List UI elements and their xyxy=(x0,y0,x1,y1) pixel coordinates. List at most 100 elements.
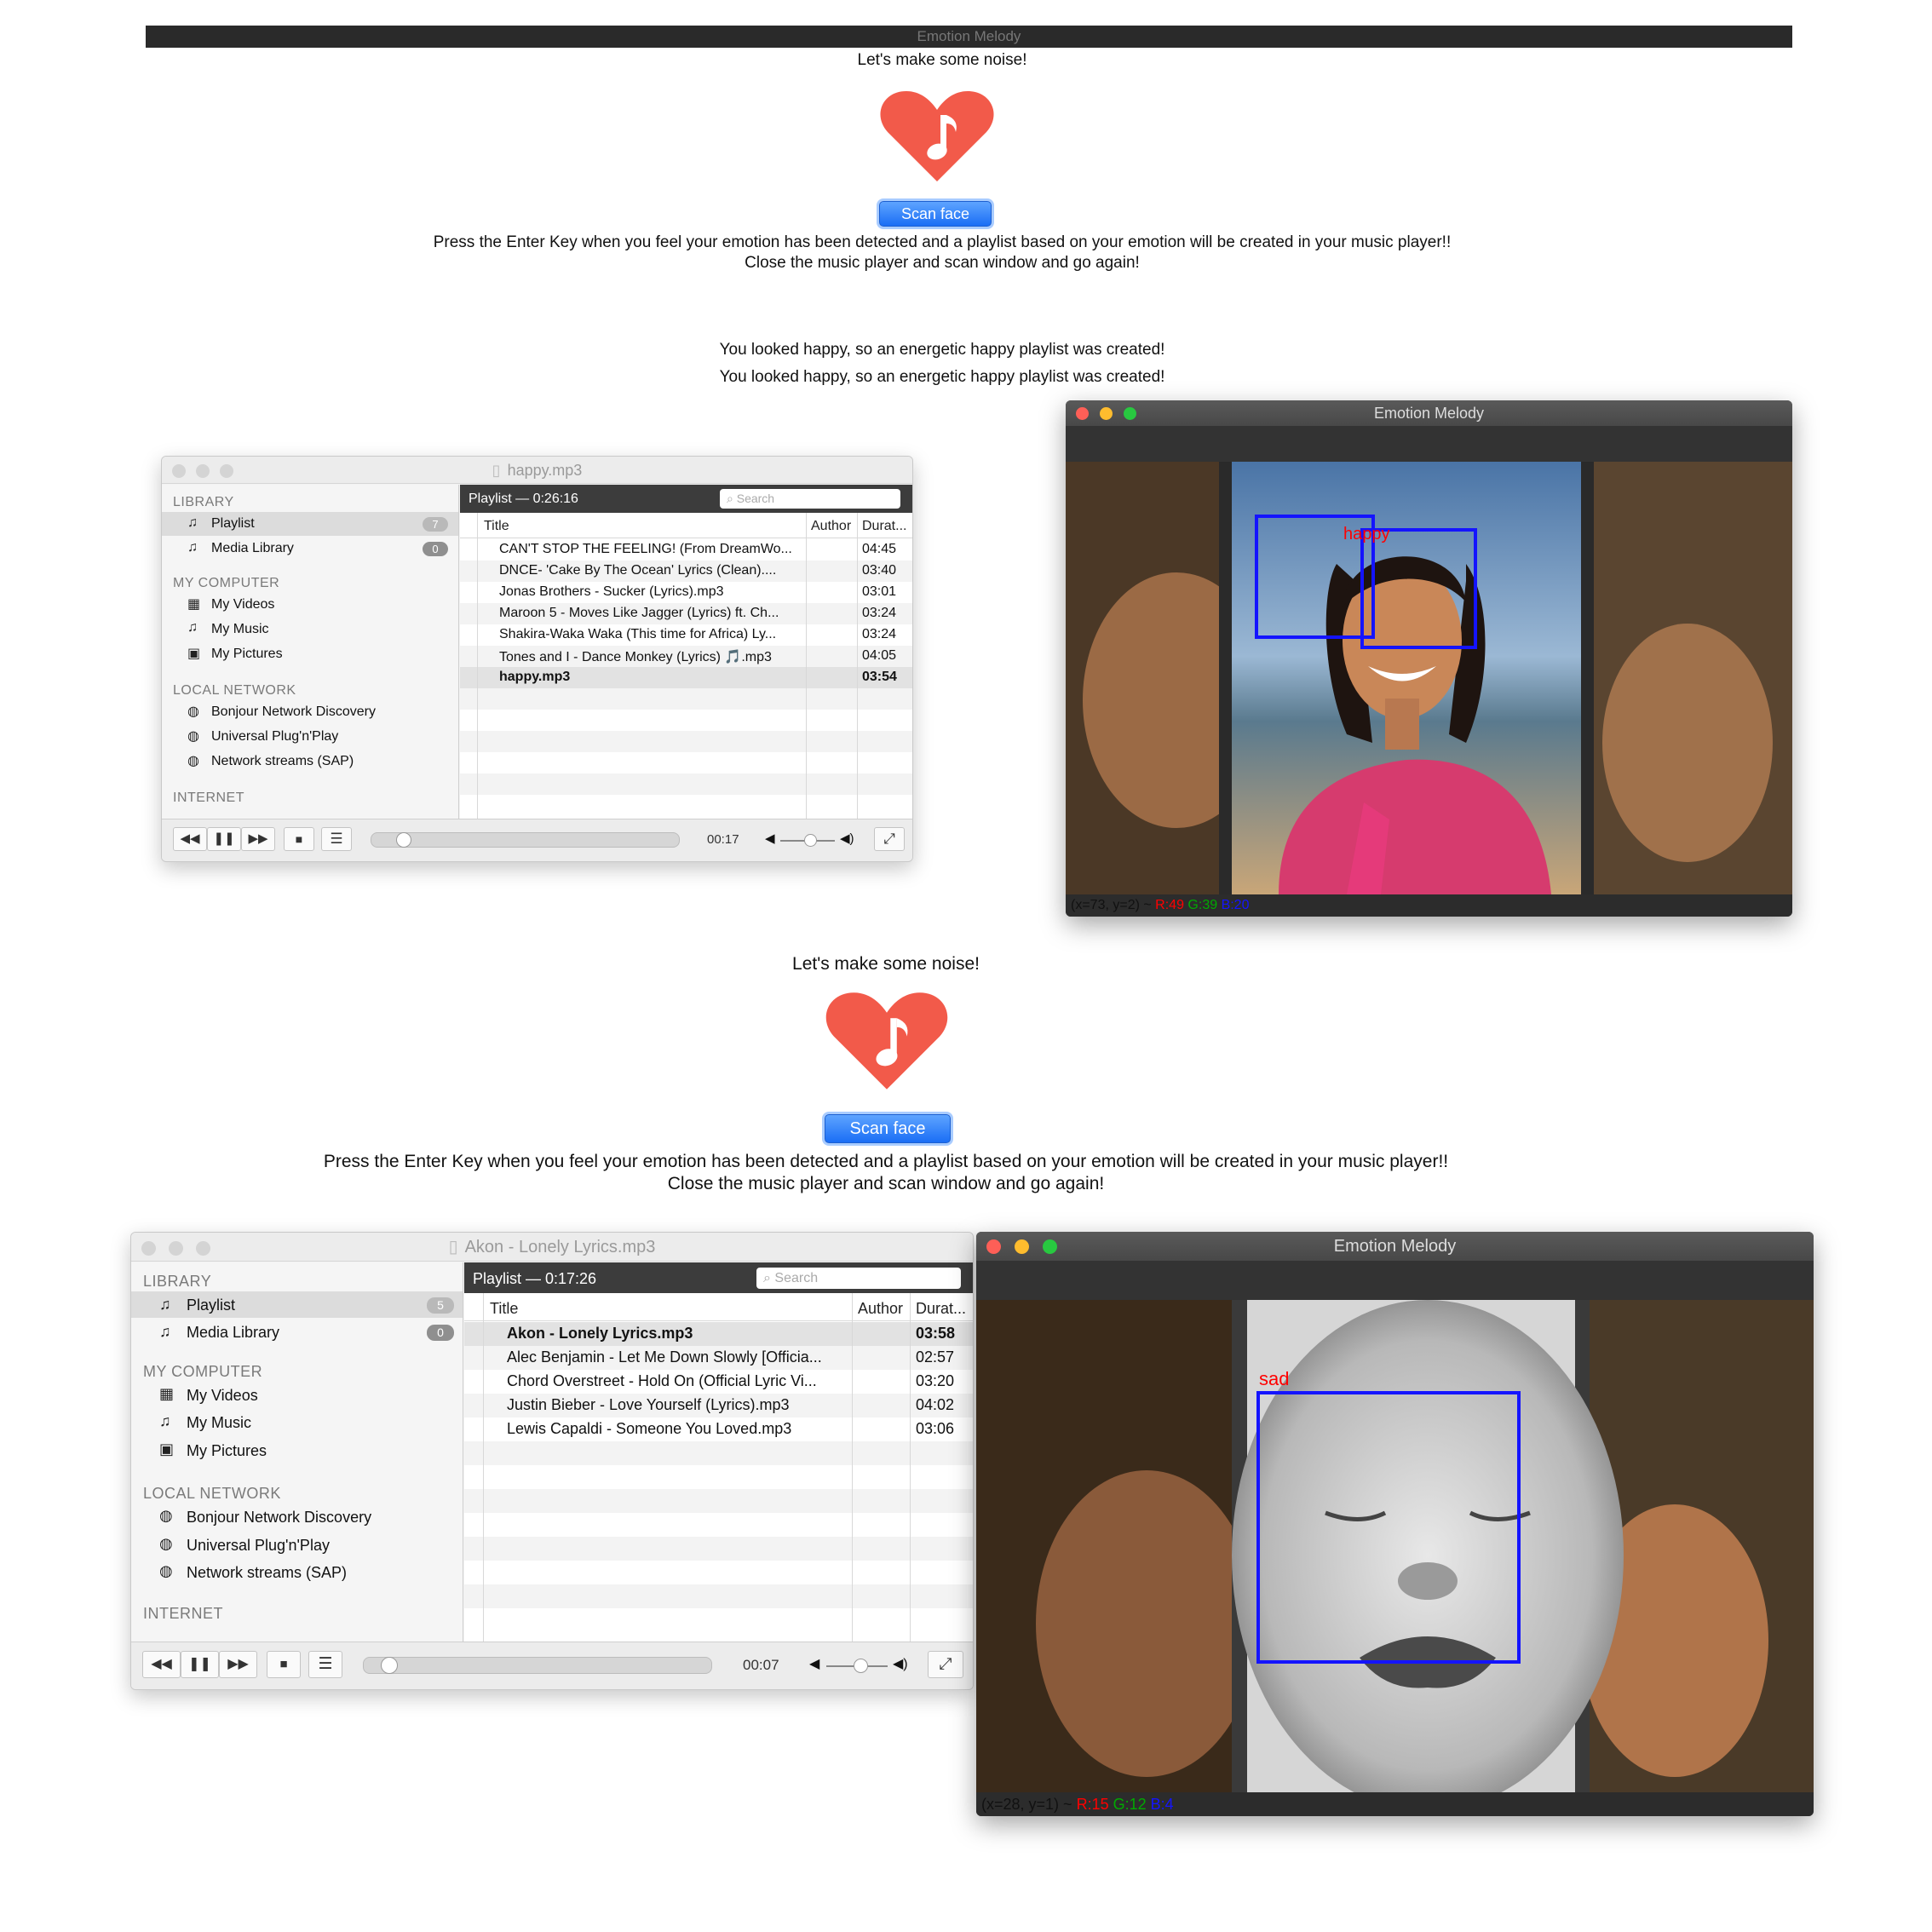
table-row[interactable]: Jonas Brothers - Sucker (Lyrics).mp3 03:0… xyxy=(460,582,912,603)
zoom-dot-icon[interactable] xyxy=(196,1241,210,1256)
search-input[interactable]: ⌕ Search xyxy=(756,1268,961,1289)
minimize-dot-icon[interactable] xyxy=(1015,1239,1029,1254)
search-placeholder: Search xyxy=(774,1271,819,1285)
playlist-toggle-button[interactable]: ☰ xyxy=(321,827,352,851)
pause-button[interactable]: ❚❚ xyxy=(207,827,241,851)
minimize-dot-icon[interactable] xyxy=(1100,407,1113,420)
track-duration: 04:45 xyxy=(862,542,897,556)
media-library-count-badge: 0 xyxy=(427,1325,454,1341)
sidebar-item-my-pictures[interactable]: ▣ My Pictures xyxy=(131,1437,463,1463)
column-author-header[interactable]: Author xyxy=(858,1300,903,1318)
fast-forward-button[interactable]: ▶▶ xyxy=(241,827,275,851)
sidebar-item-bonjour[interactable]: ◍ Bonjour Network Discovery xyxy=(131,1504,463,1530)
table-row[interactable]: Lewis Capaldi - Someone You Loved.mp3 03:… xyxy=(464,1417,973,1441)
track-duration: 04:05 xyxy=(862,648,897,663)
seek-slider[interactable] xyxy=(371,832,680,848)
seek-knob[interactable] xyxy=(381,1657,398,1674)
sidebar-item-upnp[interactable]: ◍ Universal Plug'n'Play xyxy=(162,725,458,749)
table-row[interactable]: Chord Overstreet - Hold On (Official Lyr… xyxy=(464,1370,973,1394)
sidebar-item-my-videos[interactable]: ▦ My Videos xyxy=(162,593,458,617)
close-dot-icon[interactable] xyxy=(986,1239,1001,1254)
stop-button[interactable]: ■ xyxy=(284,827,314,851)
sidebar-item-my-pictures[interactable]: ▣ My Pictures xyxy=(162,642,458,666)
sidebar-item-my-videos[interactable]: ▦ My Videos xyxy=(131,1382,463,1408)
seek-knob[interactable] xyxy=(396,832,411,848)
empty-table-row xyxy=(460,773,912,795)
column-author-header[interactable]: Author xyxy=(811,519,851,534)
playlist-duration-title: Playlist — 0:26:16 xyxy=(469,492,578,506)
search-input[interactable]: ⌕ Search xyxy=(720,489,900,509)
sidebar-item-my-music[interactable]: ♫ My Music xyxy=(162,618,458,641)
table-row[interactable]: happy.mp3 03:54 xyxy=(460,667,912,688)
my-computer-heading: MY COMPUTER xyxy=(143,1363,263,1380)
zoom-dot-icon[interactable] xyxy=(1124,407,1136,420)
close-dot-icon[interactable] xyxy=(141,1241,156,1256)
pixel-blue-value: B:4 xyxy=(1150,1796,1174,1813)
pause-button[interactable]: ❚❚ xyxy=(181,1651,219,1678)
sidebar-item-playlist[interactable]: ♫ Playlist 7 xyxy=(162,512,458,536)
emotion-label: sad xyxy=(1259,1368,1290,1389)
table-row[interactable]: Shakira-Waka Waka (This time for Africa)… xyxy=(460,624,912,646)
volume-knob[interactable] xyxy=(854,1659,868,1673)
close-dot-icon[interactable] xyxy=(172,464,186,478)
volume-low-icon: ◀ xyxy=(809,1657,820,1671)
table-row[interactable]: CAN'T STOP THE FEELING! (From DreamWo...… xyxy=(460,539,912,561)
track-title: Alec Benjamin - Let Me Down Slowly [Offi… xyxy=(507,1348,822,1366)
sidebar-item-playlist[interactable]: ♫ Playlist 5 xyxy=(131,1291,463,1318)
library-heading: LIBRARY xyxy=(143,1273,212,1290)
sidebar-item-my-music[interactable]: ♫ My Music xyxy=(131,1409,463,1435)
track-duration: 03:24 xyxy=(862,606,897,620)
picture-icon: ▣ xyxy=(187,647,201,661)
stop-button[interactable]: ■ xyxy=(267,1651,301,1678)
search-icon: ⌕ xyxy=(727,492,733,505)
camera-feed xyxy=(1066,462,1792,894)
sidebar-item-sap[interactable]: ◍ Network streams (SAP) xyxy=(131,1559,463,1585)
minimize-dot-icon[interactable] xyxy=(169,1241,183,1256)
track-title: Justin Bieber - Love Yourself (Lyrics).m… xyxy=(507,1396,790,1413)
sidebar-item-label: Network streams (SAP) xyxy=(211,754,354,768)
sidebar-item-media-library[interactable]: ♫ Media Library 0 xyxy=(131,1319,463,1345)
sidebar-item-upnp[interactable]: ◍ Universal Plug'n'Play xyxy=(131,1532,463,1558)
rewind-button[interactable]: ◀◀ xyxy=(173,827,207,851)
rewind-button[interactable]: ◀◀ xyxy=(142,1651,181,1678)
table-row[interactable]: DNCE- 'Cake By The Ocean' Lyrics (Clean)… xyxy=(460,561,912,582)
scan-face-button[interactable]: Scan face xyxy=(879,201,992,227)
table-row[interactable]: Tones and I - Dance Monkey (Lyrics) 🎵.mp… xyxy=(460,646,912,667)
table-row[interactable]: Justin Bieber - Love Yourself (Lyrics).m… xyxy=(464,1394,973,1417)
pixel-green-value: G:12 xyxy=(1113,1796,1147,1813)
seek-slider[interactable] xyxy=(363,1657,712,1674)
network-globe-icon: ◍ xyxy=(187,729,199,744)
player-window-title: Akon - Lonely Lyrics.mp3 xyxy=(464,1238,656,1256)
close-dot-icon[interactable] xyxy=(1076,407,1089,420)
playlist-toggle-button[interactable]: ☰ xyxy=(308,1651,342,1678)
column-title-header[interactable]: Title xyxy=(490,1300,518,1318)
sidebar-item-label: Universal Plug'n'Play xyxy=(211,729,339,744)
column-divider xyxy=(477,513,478,820)
table-row[interactable]: Alec Benjamin - Let Me Down Slowly [Offi… xyxy=(464,1346,973,1370)
network-globe-icon: ◍ xyxy=(159,1535,173,1552)
sidebar-item-media-library[interactable]: ♫ Media Library 0 xyxy=(162,537,458,561)
column-title-header[interactable]: Title xyxy=(484,519,509,534)
column-duration-header[interactable]: Durat... xyxy=(862,519,912,534)
minimize-dot-icon[interactable] xyxy=(196,464,210,478)
media-library-icon: ♫ xyxy=(187,540,198,555)
column-duration-header[interactable]: Durat... xyxy=(916,1300,972,1318)
fullscreen-button[interactable]: ⤢ xyxy=(874,827,905,851)
fullscreen-button[interactable]: ⤢ xyxy=(928,1651,963,1678)
sidebar-item-sap[interactable]: ◍ Network streams (SAP) xyxy=(162,750,458,773)
zoom-dot-icon[interactable] xyxy=(220,464,233,478)
table-header: Title Author Durat... xyxy=(464,1293,973,1321)
table-row[interactable]: Akon - Lonely Lyrics.mp3 03:58 xyxy=(464,1322,973,1346)
table-row[interactable]: Maroon 5 - Moves Like Jagger (Lyrics) ft… xyxy=(460,603,912,624)
zoom-dot-icon[interactable] xyxy=(1043,1239,1057,1254)
playlist-count-badge: 7 xyxy=(423,517,448,532)
elapsed-time: 00:17 xyxy=(707,832,739,847)
fast-forward-button[interactable]: ▶▶ xyxy=(219,1651,257,1678)
tagline-2: Let's make some noise! xyxy=(792,954,980,974)
column-divider xyxy=(806,513,807,820)
sidebar-item-bonjour[interactable]: ◍ Bonjour Network Discovery xyxy=(162,700,458,724)
volume-knob[interactable] xyxy=(804,834,817,847)
track-title: Lewis Capaldi - Someone You Loved.mp3 xyxy=(507,1420,792,1437)
playlist-header: Playlist — 0:17:26 ⌕ Search xyxy=(464,1262,973,1293)
scan-face-button-2[interactable]: Scan face xyxy=(825,1114,951,1143)
